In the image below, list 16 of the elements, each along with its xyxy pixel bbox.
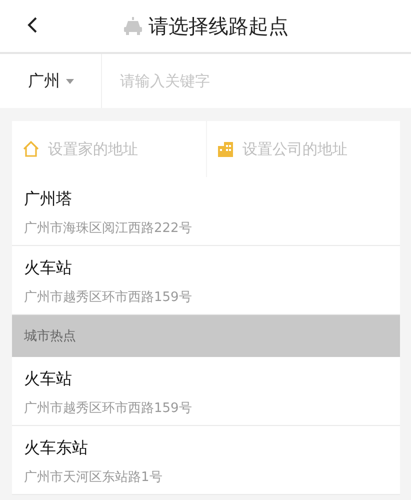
place-address: 广州市越秀区环市西路159号	[24, 289, 193, 306]
building-icon	[216, 140, 234, 158]
place-name: 火车东站	[24, 438, 89, 459]
page-title: 请选择线路起点	[148, 12, 288, 40]
home-icon	[22, 140, 40, 158]
search-field[interactable]: 请输入关键字	[102, 54, 411, 108]
caret-icon	[66, 78, 74, 84]
place-address: 广州市海珠区阅江西路222号	[24, 220, 193, 237]
place-address: 广州市越秀区环市西路159号	[24, 400, 193, 417]
place-name: 广州塔	[24, 189, 73, 210]
place-name: 火车站	[24, 258, 73, 279]
place-address: 广州市天河区东站路1号	[24, 469, 164, 486]
section-header: 城市热点	[12, 315, 400, 357]
place-name: 火车站	[24, 369, 73, 390]
city-dropdown[interactable]: 广州	[0, 54, 102, 108]
car-icon	[122, 17, 142, 35]
